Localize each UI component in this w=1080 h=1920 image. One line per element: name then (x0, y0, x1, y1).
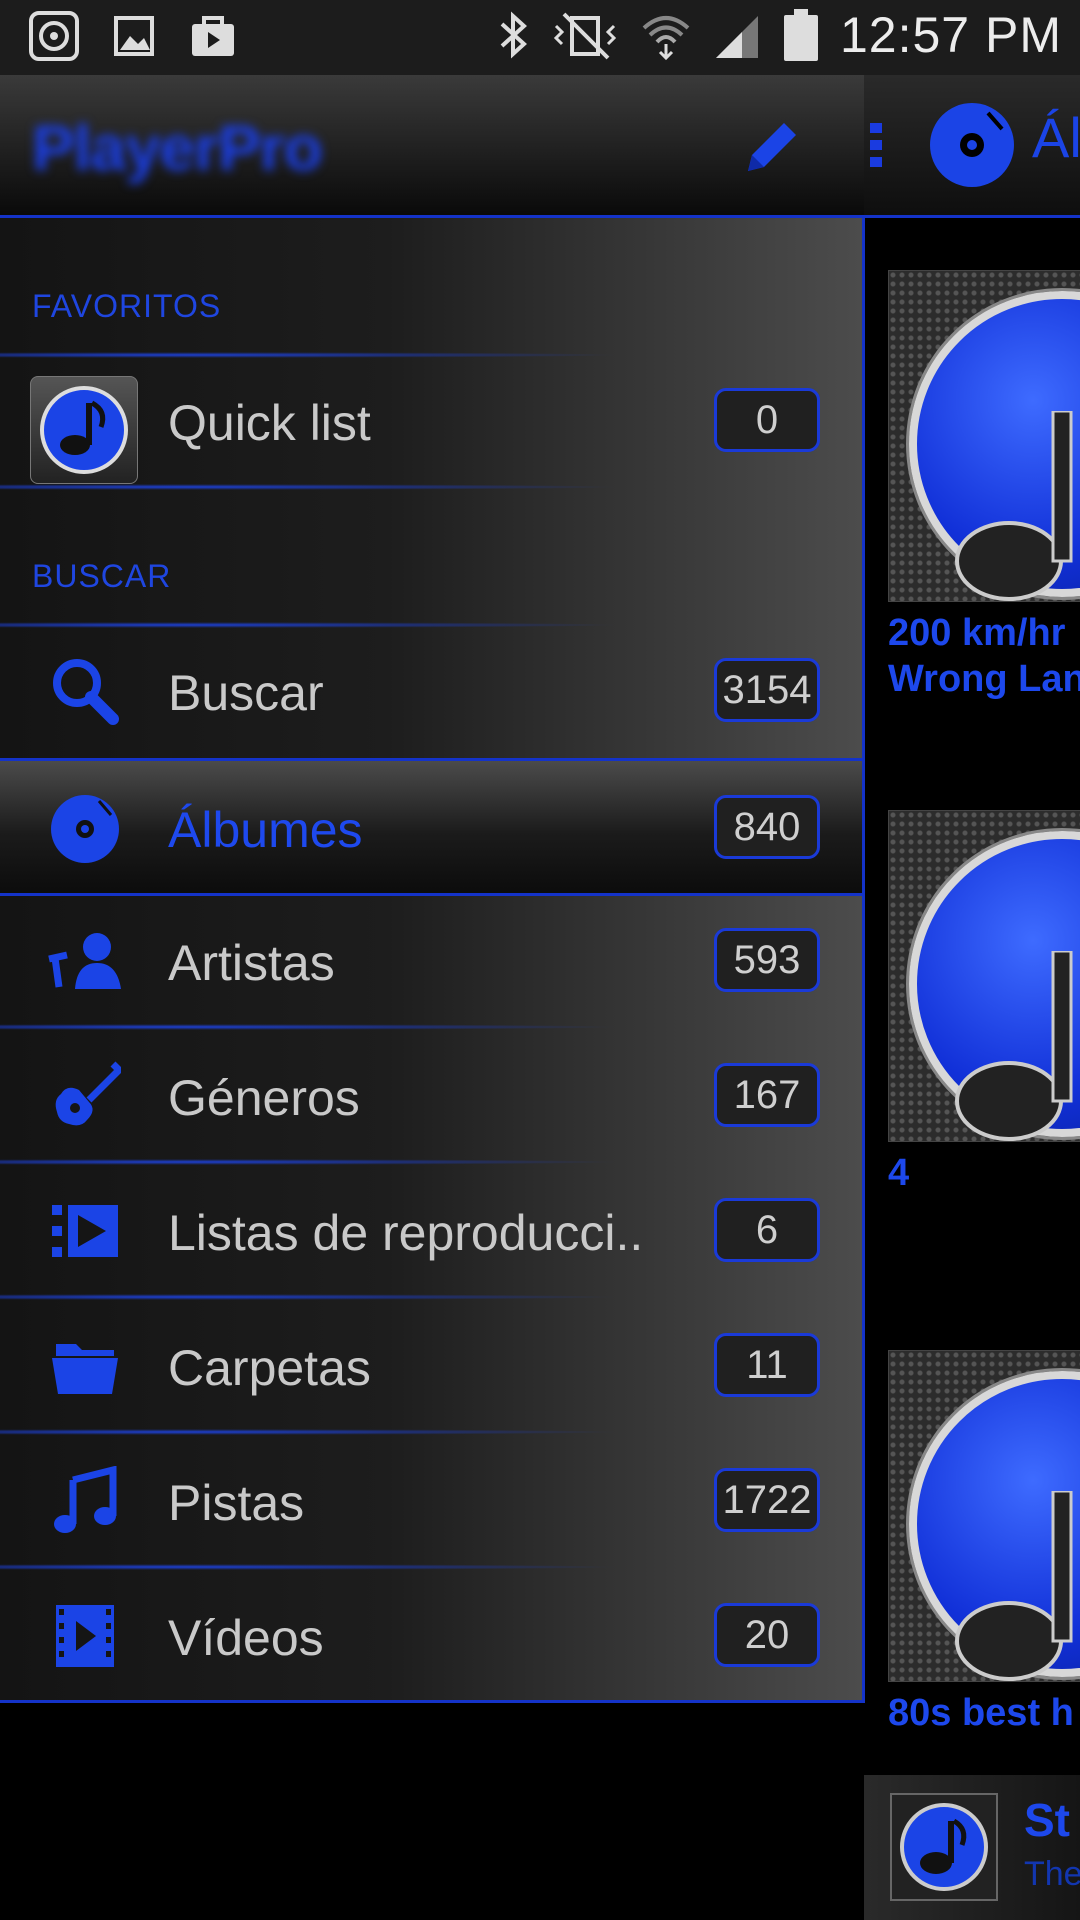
main-header: Ál (864, 75, 1080, 218)
drawer-item-label: Artistas (168, 935, 335, 991)
drawer-item-playlists[interactable]: Listas de reproducci.. 6 (0, 1166, 862, 1300)
drawer-item-label: Álbumes (168, 802, 363, 858)
video-icon (40, 1596, 130, 1676)
drawer-item-artists[interactable]: Artistas 593 (0, 896, 862, 1030)
drawer-item-tracks[interactable]: Pistas 1722 (0, 1436, 862, 1570)
album-artist: Wrong Lan (888, 658, 1080, 700)
drawer-item-albums[interactable]: Álbumes 840 (0, 758, 862, 896)
count-badge: 6 (714, 1198, 820, 1262)
drawer-item-label: Carpetas (168, 1340, 371, 1396)
media-icon (28, 10, 80, 62)
drawer-item-label: Listas de reproducci.. (168, 1205, 644, 1261)
battery-icon (782, 7, 820, 63)
drawer-item-genres[interactable]: Géneros 167 (0, 1031, 862, 1165)
drawer-item-videos[interactable]: Vídeos 20 (0, 1571, 862, 1701)
drawer-item-label: Pistas (168, 1475, 305, 1531)
folder-icon (40, 1326, 130, 1406)
clock: 12:57 PM (839, 7, 1062, 63)
bluetooth-icon (496, 8, 530, 62)
drawer-item-search[interactable]: Buscar 3154 (0, 622, 862, 756)
section-favorites: FAVORITOS (32, 288, 222, 324)
drawer-item-label: Buscar (168, 665, 324, 721)
album-art (888, 270, 1080, 602)
count-badge: 840 (714, 795, 820, 859)
wifi-icon (640, 8, 692, 62)
guitar-icon (40, 1056, 130, 1136)
count-badge: 0 (714, 388, 820, 452)
count-badge: 167 (714, 1063, 820, 1127)
drawer-item-label: Géneros (168, 1070, 360, 1126)
app-logo: PlayerPro (32, 112, 323, 184)
mini-player-art (890, 1793, 998, 1901)
signal-icon (712, 8, 762, 62)
album-name: 200 km/hr (888, 612, 1066, 654)
drawer-item-folders[interactable]: Carpetas 11 (0, 1301, 862, 1435)
main-title: Ál (1032, 106, 1080, 169)
drawer-list: FAVORITOS Quick list 0 BUSCAR Buscar 315… (0, 218, 865, 1703)
drawer-header: PlayerPro (0, 75, 864, 218)
drawer-item-quick-list[interactable]: Quick list 0 (0, 352, 862, 490)
album-disc-icon (40, 789, 130, 869)
album-card[interactable]: 80s best h (888, 1350, 1080, 1736)
album-art (888, 1350, 1080, 1682)
album-card[interactable]: 200 km/hr Wrong Lan (888, 270, 1080, 702)
album-disc-header-icon (928, 101, 1016, 194)
drawer-item-label: Quick list (168, 395, 371, 451)
navigation-drawer: PlayerPro FAVORITOS Quick list 0 BUSCAR … (0, 75, 865, 1920)
overflow-menu-icon[interactable] (870, 123, 884, 174)
vibrate-mute-icon (550, 8, 620, 62)
search-icon (40, 651, 130, 731)
album-card[interactable]: 4 (888, 810, 1080, 1196)
pencil-icon[interactable] (740, 115, 804, 184)
playlist-icon (40, 1191, 130, 1271)
section-search: BUSCAR (32, 558, 172, 594)
gallery-icon (112, 10, 156, 62)
artist-icon (40, 921, 130, 1001)
album-name: 80s best h (888, 1692, 1074, 1734)
mini-player[interactable]: St The (864, 1775, 1080, 1920)
mini-player-artist: The (1024, 1855, 1080, 1893)
count-badge: 20 (714, 1603, 820, 1667)
music-notes-icon (40, 1461, 130, 1541)
count-badge: 1722 (714, 1468, 820, 1532)
music-note-app-icon (30, 376, 138, 484)
mini-player-title: St (1024, 1794, 1070, 1846)
status-bar: 12:57 PM (0, 0, 1080, 75)
album-art (888, 810, 1080, 1142)
count-badge: 593 (714, 928, 820, 992)
main-content: Ál 200 km/hr Wrong Lan 4 80s best h St T… (864, 75, 1080, 1920)
count-badge: 3154 (714, 658, 820, 722)
album-name: 4 (888, 1152, 910, 1194)
count-badge: 11 (714, 1333, 820, 1397)
store-bag-icon (188, 10, 238, 62)
drawer-item-label: Vídeos (168, 1610, 324, 1666)
